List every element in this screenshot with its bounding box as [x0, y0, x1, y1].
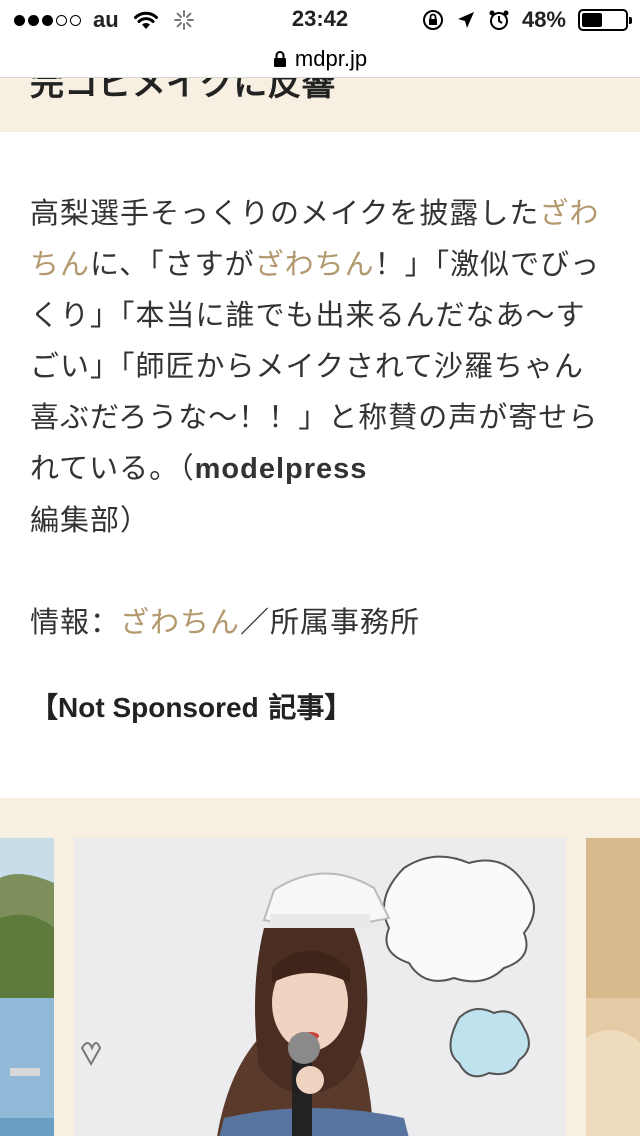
- alarm-clock-icon: [489, 10, 509, 30]
- address-bar[interactable]: mdpr.jp: [0, 40, 640, 78]
- paragraph-text: 編集部）: [30, 503, 151, 537]
- battery-level-fill: [582, 13, 603, 27]
- photo-coast-image: [0, 838, 54, 1136]
- carousel-photo-next[interactable]: [586, 838, 640, 1136]
- sponsor-rest: 記事】: [258, 691, 353, 724]
- status-bar: au 23:42 48%: [0, 0, 640, 40]
- lock-icon: [273, 50, 286, 67]
- rotation-lock-icon: [422, 10, 443, 30]
- photo-portrait-image: [74, 838, 566, 1136]
- artist-link[interactable]: ざわちん: [255, 247, 375, 281]
- battery-icon: [578, 9, 632, 31]
- paragraph-text: ！」「激似でびっくり」「本当に誰でも出来るんだなあ～すごい」「師匠からメイクされ…: [30, 247, 601, 485]
- source-info: 情報：ざわちん／所属事務所: [30, 598, 610, 646]
- location-arrow-icon: [457, 12, 474, 28]
- sponsor-note: 【Not Sponsored 記事】: [30, 686, 610, 730]
- info-rest: ／所属事務所: [240, 605, 421, 639]
- article-body: 高梨選手そっくりのメイクを披露したざわちんに、「さすがざわちん！」「激似でびっく…: [30, 188, 610, 730]
- url-domain: mdpr.jp: [294, 45, 368, 71]
- credit-modelpress: modelpress: [194, 453, 368, 485]
- photo-carousel[interactable]: [0, 798, 640, 1136]
- status-right: 48%: [422, 7, 632, 32]
- carousel-photo-current[interactable]: [74, 838, 566, 1136]
- carousel-photo-previous[interactable]: [0, 838, 54, 1136]
- sponsor-latin: Not Sponsored: [58, 692, 259, 723]
- paragraph-text: 高梨選手そっくりのメイクを披露した: [30, 196, 540, 230]
- article-paragraph: 高梨選手そっくりのメイクを披露したざわちんに、「さすがざわちん！」「激似でびっく…: [30, 188, 610, 546]
- info-label: 情報：: [30, 605, 121, 639]
- info-artist-link[interactable]: ざわちん: [120, 605, 240, 639]
- sponsor-bracket: 【: [30, 691, 59, 724]
- battery-percent: 48%: [521, 7, 566, 32]
- paragraph-text: に、「さすが: [90, 247, 255, 281]
- photo-interior-image: [586, 838, 640, 1136]
